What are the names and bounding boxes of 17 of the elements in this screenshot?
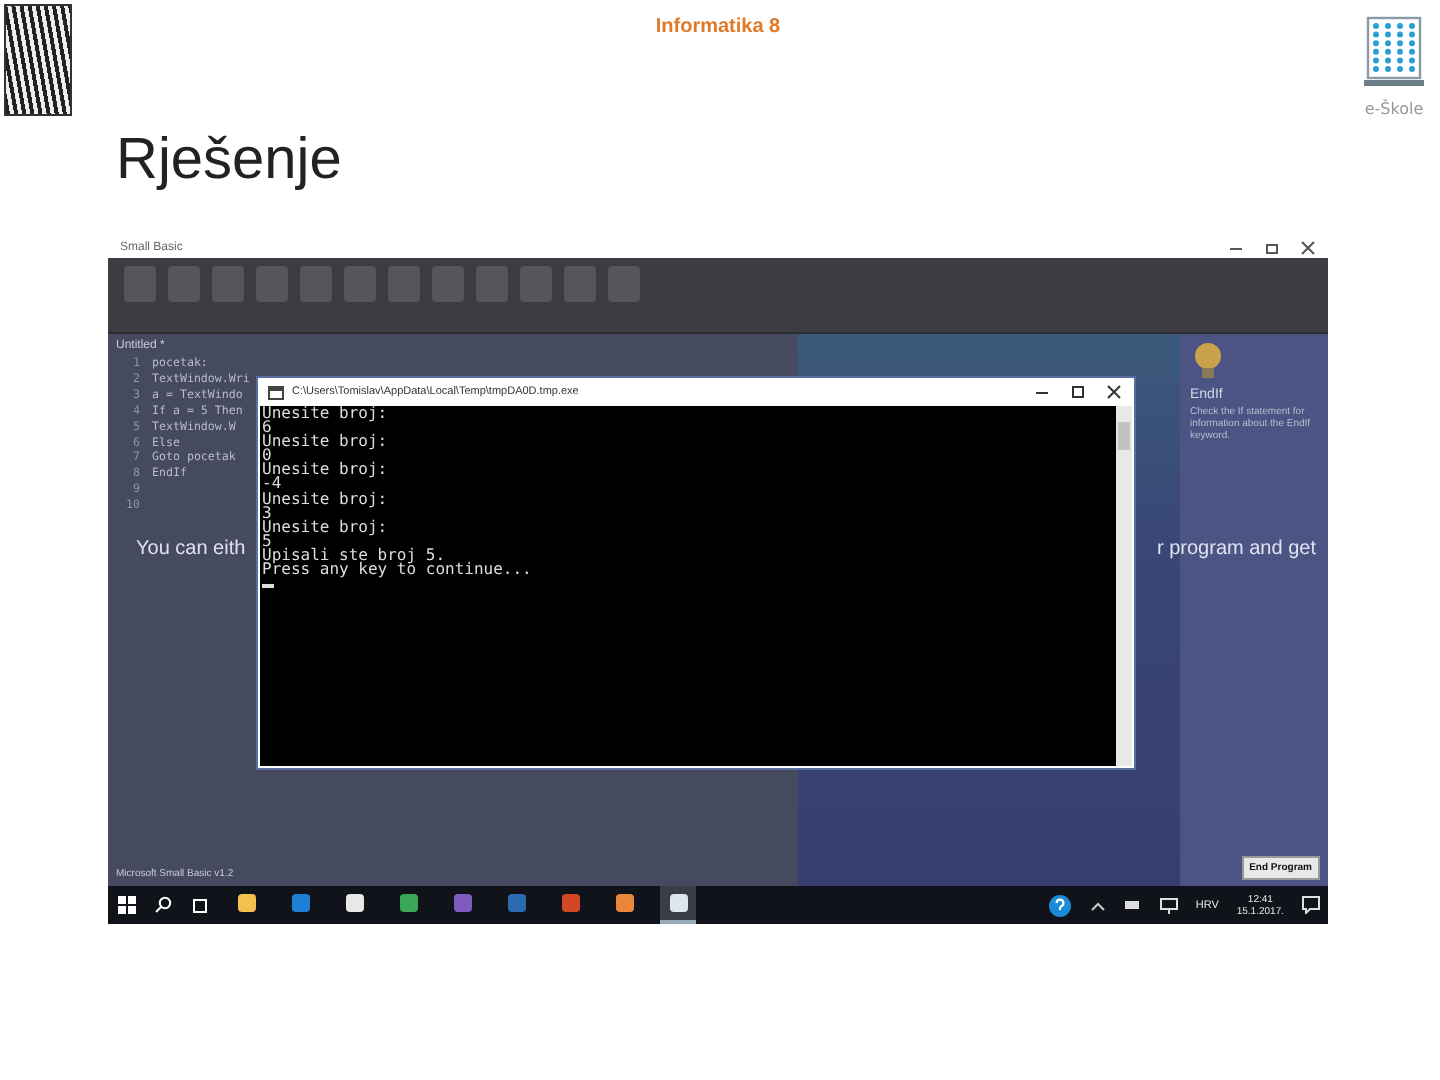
message-text: r program and get [1157, 538, 1316, 560]
header-title: Informatika 8 [655, 16, 781, 38]
console-line: Unesite broj: [262, 519, 390, 534]
console-line: 6 [262, 420, 272, 435]
console-line: 3 [262, 505, 272, 520]
console-line: Press any key to continue... [262, 562, 534, 577]
brand-label: e-Škole [1364, 100, 1424, 118]
console-line: 5 [262, 533, 272, 548]
console-line: Upisali ste broj 5. [262, 547, 446, 563]
console-line: Unesite broj: [262, 434, 390, 449]
slide-title: Rješenje [116, 126, 344, 194]
console-line: -4 [262, 476, 282, 492]
console-line: 0 [262, 448, 272, 463]
console-line: Unesite broj: [262, 406, 390, 421]
message-text: You can eith [136, 538, 246, 560]
console-line: Unesite broj: [262, 491, 390, 506]
console-line: Unesite broj: [262, 462, 390, 477]
